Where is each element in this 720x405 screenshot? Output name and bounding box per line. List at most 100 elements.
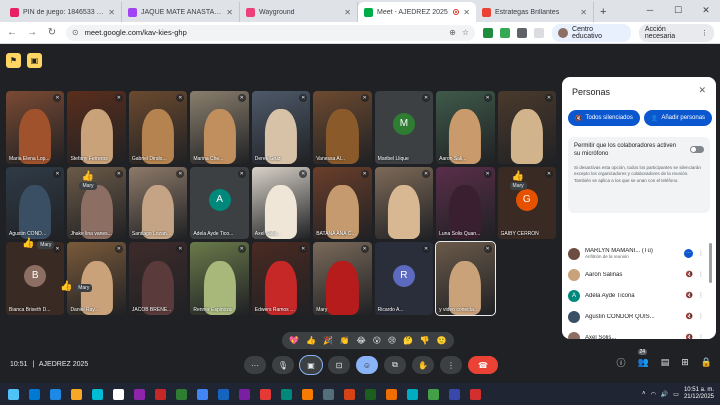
taskbar-app-icon[interactable] <box>134 388 145 400</box>
participant-tile[interactable]: ✕ <box>497 91 556 164</box>
participant-tile[interactable]: ✕ Agustin CONDOR... <box>6 166 65 240</box>
close-tab-icon[interactable]: ✕ <box>344 8 351 17</box>
participant-tile[interactable]: A ✕ Adela Ayde Tico... <box>190 166 249 240</box>
participant-tile[interactable]: ✕ Aaron Sali... <box>436 91 495 164</box>
browser-tab[interactable]: JAQUE MATE ANASTASIA - 1✕ <box>122 2 240 22</box>
volume-icon[interactable]: 🔊 <box>661 391 668 398</box>
taskbar-app-icon[interactable] <box>281 388 292 400</box>
host-controls-icon[interactable]: 🔒 <box>701 357 712 368</box>
taskbar-app-icon[interactable] <box>449 388 460 400</box>
reaction-emoji-icon[interactable]: 😮 <box>373 336 381 345</box>
close-tab-icon[interactable]: ✕ <box>108 8 115 17</box>
omnibox[interactable]: ⊙ meet.google.com/kav-kies-ghp ⊕ ☆ <box>65 24 476 41</box>
browser-tab[interactable]: Meet - AJEDREZ 2025 ✕ <box>358 2 476 22</box>
extension-icon[interactable] <box>500 27 511 38</box>
people-button[interactable]: 24 👥 <box>637 349 649 368</box>
participant-tile[interactable]: ✕ Maria Elena Lop... <box>6 91 65 164</box>
new-tab-button[interactable]: + <box>594 2 612 22</box>
raise-hand-button[interactable]: ✋ <box>412 356 434 374</box>
taskbar-app-icon[interactable] <box>260 388 271 400</box>
microphone-button[interactable]: 🎙 <box>272 356 294 374</box>
participant-tile[interactable]: ✕ BATANA ANA CALDAD GUILLERMO <box>313 166 372 240</box>
taskbar-app-icon[interactable] <box>386 388 397 400</box>
reaction-emoji-icon[interactable]: 👎 <box>420 336 430 345</box>
mic-off-icon[interactable]: 🔇 <box>686 271 693 278</box>
captions-button[interactable]: ⊡ <box>328 356 350 374</box>
taskbar-app-icon[interactable] <box>71 388 82 400</box>
participant-row[interactable]: Axel Solis... 🔇 ⋮ <box>568 327 704 339</box>
close-tab-icon[interactable]: ✕ <box>580 8 587 17</box>
taskbar-app-icon[interactable] <box>470 388 481 400</box>
recording-icon[interactable]: ▣ <box>27 53 42 68</box>
extensions-puzzle-icon[interactable] <box>534 27 545 38</box>
taskbar-app-icon[interactable] <box>92 388 103 400</box>
taskbar-app-icon[interactable] <box>29 388 40 400</box>
kebab-menu-icon[interactable]: ⋮ <box>698 334 704 339</box>
action-needed-button[interactable]: Acción necesaria ⋮ <box>638 23 714 42</box>
reaction-emoji-icon[interactable]: 👍 <box>306 336 316 345</box>
browser-tab[interactable]: Wayground ✕ <box>240 2 358 22</box>
participant-tile[interactable]: ✕ y video conectados <box>435 241 496 316</box>
host-more-icon[interactable]: ··· <box>684 249 693 258</box>
participant-row[interactable]: A Adela Ayde Ticona 🔇 ⋮ <box>568 285 704 306</box>
mic-off-icon[interactable]: 🔇 <box>686 292 693 299</box>
battery-icon[interactable]: ▭ <box>673 391 679 398</box>
participant-tile[interactable]: ✕ Axel Sala... <box>251 166 311 240</box>
reaction-emoji-icon[interactable]: 🤔 <box>403 336 413 345</box>
browser-tab[interactable]: PIN de juego: 1846533 - Esp ✕ <box>4 2 122 22</box>
taskbar-app-icon[interactable] <box>113 388 124 400</box>
browser-tab[interactable]: Estrategas Brillantes ✕ <box>476 2 594 22</box>
reaction-emoji-icon[interactable]: 😂 <box>357 336 366 345</box>
close-tab-icon[interactable]: ✕ <box>463 8 470 17</box>
taskbar-app-icon[interactable] <box>155 388 166 400</box>
lock-icon[interactable]: ⚑ <box>6 53 21 68</box>
participant-tile[interactable]: ✕ Edwers Ramos Collacagua <box>251 242 311 315</box>
taskbar-app-icon[interactable] <box>323 388 334 400</box>
add-people-button[interactable]: 👤 Añadir personas <box>643 110 713 126</box>
chat-icon[interactable]: ▤ <box>661 357 670 368</box>
participant-tile[interactable]: ✕ Stefany Ferreros <box>67 91 126 164</box>
participant-tile[interactable]: ✕ Derek Gruz <box>251 91 311 164</box>
reactions-button[interactable]: ☺ <box>356 356 378 374</box>
mute-all-button[interactable]: 🔇 Todos silenciados <box>568 110 640 126</box>
start-menu-icon[interactable] <box>8 388 19 400</box>
kebab-menu-icon[interactable]: ⋮ <box>698 313 704 320</box>
participant-tile[interactable]: ✕ <box>374 166 434 240</box>
participant-row[interactable]: MARLYN MAMANI... (Tú) Anfitrión de la reu… <box>568 243 704 264</box>
participant-tile[interactable]: ✕ Daniel Ray... <box>67 242 126 315</box>
forward-icon[interactable]: → <box>26 27 38 38</box>
participant-tile[interactable]: ✕ 👍 Mary Jhake lina vanes... <box>67 166 126 240</box>
reaction-emoji-icon[interactable]: 😢 <box>388 336 396 345</box>
close-icon[interactable]: ✕ <box>698 85 706 96</box>
participant-row[interactable]: Agustin CONDOR QUIS... 🔇 ⋮ <box>568 306 704 327</box>
more-options-left-button[interactable]: ··· <box>244 356 266 374</box>
taskbar-app-icon[interactable] <box>239 388 250 400</box>
participant-tile[interactable]: ✕ Marina Che... <box>190 91 249 164</box>
leave-call-button[interactable]: ☎ <box>468 356 498 374</box>
bookmark-star-icon[interactable]: ☆ <box>462 28 469 37</box>
participant-tile[interactable]: R ✕ Ricardo A... <box>374 242 434 315</box>
taskbar-app-icon[interactable] <box>407 388 418 400</box>
taskbar-app-icon[interactable] <box>218 388 229 400</box>
extension-icon[interactable] <box>517 27 528 38</box>
reload-icon[interactable]: ↻ <box>46 27 58 38</box>
kebab-menu-icon[interactable]: ⋮ <box>698 250 704 257</box>
scrollbar[interactable] <box>709 243 712 283</box>
taskbar-app-icon[interactable] <box>344 388 355 400</box>
reaction-emoji-icon[interactable]: 🎉 <box>323 336 333 345</box>
profile-chip[interactable]: Centro educativo <box>552 23 631 42</box>
wifi-icon[interactable]: ◠ <box>651 391 656 398</box>
participant-tile[interactable]: ✕ Luna Solis Quan... <box>436 166 495 240</box>
close-tab-icon[interactable]: ✕ <box>226 8 233 17</box>
close-window-icon[interactable]: ✕ <box>692 0 720 22</box>
info-icon[interactable]: ⓘ <box>616 356 625 369</box>
participant-tile[interactable]: ✕ Renner Espinoza <box>190 242 249 315</box>
minimize-icon[interactable]: ─ <box>636 0 664 22</box>
site-info-icon[interactable]: ⊙ <box>72 28 79 37</box>
extension-icon[interactable] <box>483 27 494 38</box>
taskbar-app-icon[interactable] <box>176 388 187 400</box>
participant-row[interactable]: Aaron Salinas 🔇 ⋮ <box>568 264 704 285</box>
taskbar-app-icon[interactable] <box>302 388 313 400</box>
participant-tile[interactable]: M ✕ Maribel Llique <box>374 91 434 164</box>
participant-tile[interactable]: ✕ Gabriel Dindo... <box>128 91 188 164</box>
